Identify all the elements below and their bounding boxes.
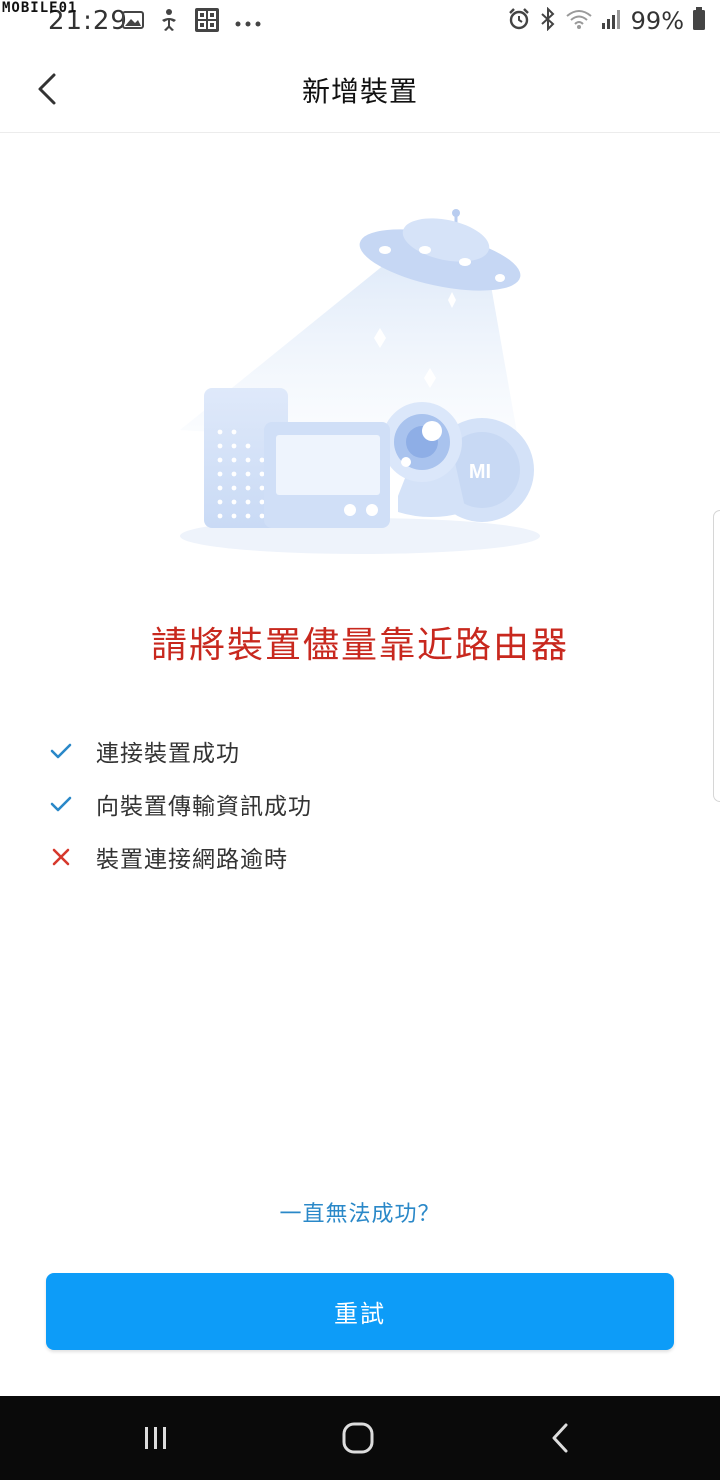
home-icon [342, 1422, 374, 1454]
step-list: 連接裝置成功 向裝置傳輸資訊成功 裝置連接網路逾時 [46, 724, 666, 883]
notification-icons [122, 8, 262, 36]
step-label: 裝置連接網路逾時 [96, 846, 288, 873]
battery-icon [692, 7, 706, 35]
step-label: 連接裝置成功 [96, 740, 240, 767]
list-item: 向裝置傳輸資訊成功 [46, 777, 666, 830]
main-heading: 請將裝置儘量靠近路由器 [150, 625, 569, 666]
signal-icon [601, 8, 623, 34]
qr-app-icon [194, 7, 220, 37]
list-item: 連接裝置成功 [46, 724, 666, 777]
check-icon [46, 736, 76, 766]
recent-apps-button[interactable] [126, 1412, 186, 1464]
image-icon [122, 9, 144, 35]
app-header: 新增裝置 [0, 44, 720, 133]
status-bar: 21:29 MOBILE01 99% [0, 0, 720, 44]
accessibility-icon [158, 8, 180, 36]
mi-logo: MI [469, 461, 491, 483]
more-dots-icon [234, 13, 262, 32]
edge-panel-handle[interactable] [713, 510, 720, 802]
alarm-icon [507, 7, 531, 35]
back-icon [552, 1423, 568, 1453]
bluetooth-icon [539, 6, 557, 35]
list-item: 裝置連接網路逾時 [46, 830, 666, 883]
ufo-devices-illustration: MI [160, 200, 560, 570]
step-label: 向裝置傳輸資訊成功 [96, 793, 312, 820]
cross-icon [46, 842, 76, 872]
battery-percentage: 99% [630, 7, 684, 35]
nav-back-button[interactable] [530, 1412, 590, 1464]
navigation-bar [0, 1396, 720, 1480]
home-button[interactable] [328, 1412, 388, 1464]
check-icon [46, 789, 76, 819]
watermark-logo: MOBILE01 [2, 0, 78, 16]
recent-apps-icon [145, 1427, 166, 1449]
retry-button[interactable]: 重試 [46, 1273, 674, 1350]
help-link[interactable]: 一直無法成功？ [0, 1196, 720, 1228]
page-title: 新增裝置 [301, 75, 418, 108]
system-status-icons: 99% [507, 6, 706, 36]
wifi-icon [565, 8, 593, 34]
